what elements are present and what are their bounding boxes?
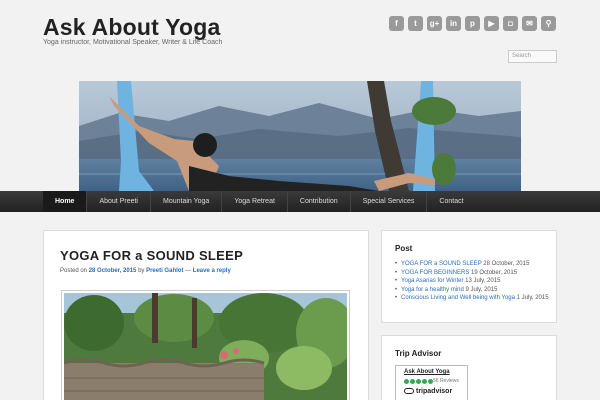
recent-post-item: Yoga Asanas for Winter 13 July, 2015 bbox=[395, 277, 550, 286]
tripadvisor-widget[interactable]: Ask About Yoga 56 Reviews tripadvisor bbox=[395, 365, 468, 400]
post-author-link[interactable]: Preeti Gahlot bbox=[146, 268, 183, 274]
recent-post-link[interactable]: Yoga Asanas for Winter bbox=[401, 278, 463, 284]
tripadvisor-logo[interactable]: tripadvisor bbox=[404, 388, 452, 395]
linkedin-icon[interactable]: in bbox=[446, 16, 461, 31]
nav-item-special-services[interactable]: Special Services bbox=[351, 191, 428, 212]
owl-icon bbox=[404, 388, 414, 395]
nav-item-about-preeti[interactable]: About Preeti bbox=[87, 191, 151, 212]
recent-post-link[interactable]: YOGA FOR BEGINNERS bbox=[401, 270, 469, 276]
twitter-icon[interactable]: t bbox=[408, 16, 423, 31]
nav-item-mountain-yoga[interactable]: Mountain Yoga bbox=[151, 191, 223, 212]
main-navigation: Home About Preeti Mountain Yoga Yoga Retrea… bbox=[0, 191, 600, 212]
search-icon[interactable]: ⚲ bbox=[541, 16, 556, 31]
recent-post-date: 1 July, 2015 bbox=[516, 295, 549, 301]
sidebar-trip-advisor: Trip Advisor Ask About Yoga 56 Reviews t… bbox=[381, 335, 557, 400]
recent-post-link[interactable]: YOGA FOR a SOUND SLEEP bbox=[401, 261, 482, 267]
recent-post-date: 13 July, 2015 bbox=[465, 278, 501, 284]
search-input[interactable]: Search bbox=[508, 50, 557, 63]
sidebar-advisor-heading: Trip Advisor bbox=[395, 349, 442, 358]
posted-on-label: Posted on bbox=[60, 268, 88, 274]
site-title[interactable]: Ask About Yoga bbox=[43, 14, 220, 41]
tripadvisor-logo-text: tripadvisor bbox=[416, 388, 453, 395]
recent-post-link[interactable]: Conscious Living and Well being with Yog… bbox=[401, 295, 515, 301]
by-label: by bbox=[138, 268, 145, 274]
sidebar-post-heading: Post bbox=[395, 244, 413, 253]
sidebar-recent-posts: Post YOGA FOR a SOUND SLEEP 28 October, … bbox=[381, 230, 557, 323]
pinterest-icon[interactable]: p bbox=[465, 16, 480, 31]
meta-separator: — bbox=[185, 268, 192, 274]
leave-reply-link[interactable]: Leave a reply bbox=[193, 268, 231, 274]
google-plus-icon[interactable]: g+ bbox=[427, 16, 442, 31]
post-date-link[interactable]: 28 October, 2015 bbox=[89, 268, 137, 274]
nav-item-contribution[interactable]: Contribution bbox=[288, 191, 351, 212]
recent-post-item: Conscious Living and Well being with Yog… bbox=[395, 294, 550, 303]
tripadvisor-business-name[interactable]: Ask About Yoga bbox=[404, 369, 450, 375]
social-icons: f t g+ in p ▶ ◘ ✉ ⚲ bbox=[389, 16, 556, 31]
header-banner-image bbox=[79, 81, 521, 191]
facebook-icon[interactable]: f bbox=[389, 16, 404, 31]
youtube-icon[interactable]: ▶ bbox=[484, 16, 499, 31]
recent-post-item: Yoga for a healthy mind 9 July, 2015 bbox=[395, 286, 550, 295]
post-meta: Posted on 28 October, 2015 by Preeti Gah… bbox=[60, 268, 231, 274]
post-title[interactable]: YOGA FOR a SOUND SLEEP bbox=[60, 248, 243, 263]
site-tagline: Yoga instructor, Motivational Speaker, W… bbox=[43, 39, 223, 46]
nav-item-home[interactable]: Home bbox=[43, 191, 88, 212]
recent-post-link[interactable]: Yoga for a healthy mind bbox=[401, 287, 464, 293]
nav-item-yoga-retreat[interactable]: Yoga Retreat bbox=[222, 191, 288, 212]
review-count[interactable]: 56 Reviews bbox=[433, 378, 459, 384]
recent-post-item: YOGA FOR BEGINNERS 19 October, 2015 bbox=[395, 269, 550, 278]
recent-post-date: 9 July, 2015 bbox=[465, 286, 498, 293]
rating-bubbles bbox=[404, 379, 433, 384]
instagram-icon[interactable]: ◘ bbox=[503, 16, 518, 31]
post-article: YOGA FOR a SOUND SLEEP Posted on 28 Octo… bbox=[43, 230, 369, 400]
recent-post-date: 19 October, 2015 bbox=[471, 269, 518, 276]
post-featured-image[interactable] bbox=[61, 290, 350, 400]
recent-post-date: 28 October, 2015 bbox=[483, 261, 530, 267]
nav-item-contact[interactable]: Contact bbox=[427, 191, 475, 212]
recent-post-item: YOGA FOR a SOUND SLEEP 28 October, 2015 bbox=[395, 260, 550, 269]
email-icon[interactable]: ✉ bbox=[522, 16, 537, 31]
